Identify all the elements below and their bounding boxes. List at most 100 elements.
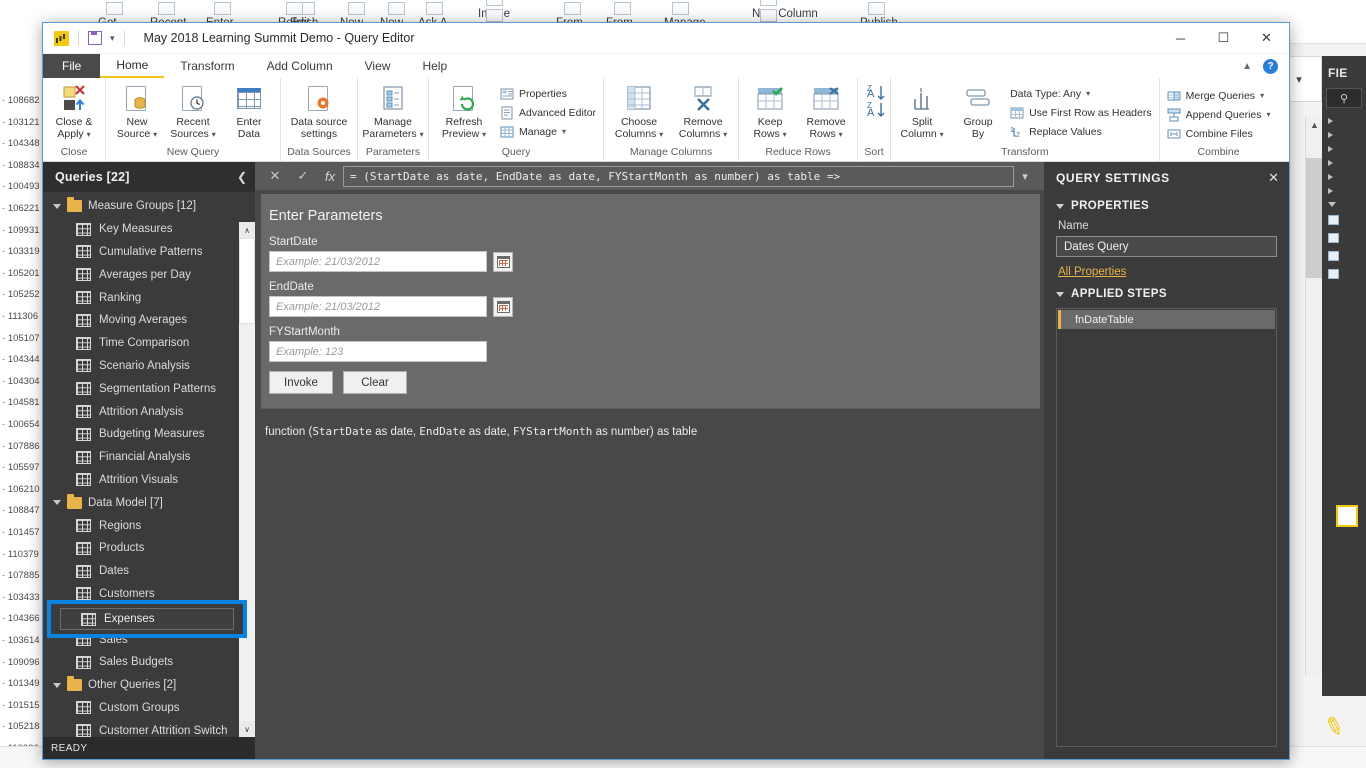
chevron-down-icon[interactable]: ▾: [1014, 170, 1036, 183]
data-source-settings-button[interactable]: Data source settings: [284, 82, 354, 140]
background-scroll-up-button[interactable]: ▲: [1306, 116, 1323, 133]
tree-item-budgeting-measures[interactable]: Budgeting Measures: [43, 423, 255, 446]
tree-item-sales[interactable]: Sales: [43, 628, 255, 651]
chevron-down-icon[interactable]: ▾: [839, 130, 843, 139]
chevron-down-icon[interactable]: ▾: [562, 127, 566, 136]
background-field-item[interactable]: [1322, 211, 1366, 229]
applied-step-item[interactable]: fnDateTable: [1058, 310, 1275, 329]
tree-item-time-comparison[interactable]: Time Comparison: [43, 332, 255, 355]
all-properties-link[interactable]: All Properties: [1044, 257, 1289, 282]
combine-files-button[interactable]: Combine Files: [1167, 125, 1271, 142]
tree-item-attrition-visuals[interactable]: Attrition Visuals: [43, 469, 255, 492]
background-field-item[interactable]: [1322, 247, 1366, 265]
sort-descending-button[interactable]: ZA: [861, 101, 887, 119]
tab-home[interactable]: Home: [100, 54, 165, 78]
background-field-item[interactable]: [1322, 229, 1366, 247]
keep-rows-button[interactable]: Keep Rows ▾: [742, 82, 798, 140]
tab-file[interactable]: File: [43, 54, 101, 78]
sort-ascending-button[interactable]: AZ: [861, 84, 887, 101]
queries-tree[interactable]: Measure Groups [12] Key Measures Cumulat…: [43, 192, 255, 737]
tree-item-dates[interactable]: Dates: [43, 560, 255, 583]
chevron-down-icon[interactable]: ▾: [420, 130, 424, 139]
background-field-row[interactable]: [1322, 142, 1366, 156]
recent-sources-button[interactable]: Recent Sources ▾: [165, 82, 221, 140]
properties-button[interactable]: Properties: [500, 85, 596, 102]
enter-data-button[interactable]: Enter Data: [221, 82, 277, 140]
data-type-button[interactable]: Data Type: Any ▾: [1010, 85, 1152, 102]
background-field-row[interactable]: [1322, 156, 1366, 170]
chevron-down-icon[interactable]: [53, 203, 61, 209]
tree-item-ranking[interactable]: Ranking: [43, 286, 255, 309]
append-queries-button[interactable]: Append Queries ▾: [1167, 106, 1271, 123]
tree-item-cumulative-patterns[interactable]: Cumulative Patterns: [43, 241, 255, 264]
chevron-left-icon[interactable]: ❮: [237, 170, 247, 184]
chevron-down-icon[interactable]: ▾: [1267, 110, 1271, 119]
background-field-row[interactable]: [1322, 184, 1366, 198]
tree-item-products[interactable]: Products: [43, 537, 255, 560]
chevron-down-icon[interactable]: [53, 682, 61, 688]
choose-columns-button[interactable]: Choose Columns ▾: [607, 82, 671, 140]
maximize-button[interactable]: ☐: [1202, 23, 1245, 54]
clear-button[interactable]: Clear: [343, 371, 407, 394]
tree-item-averages-per-day[interactable]: Averages per Day: [43, 263, 255, 286]
save-icon[interactable]: [88, 31, 102, 45]
tab-view[interactable]: View: [349, 54, 407, 78]
chevron-down-icon[interactable]: ▾: [940, 130, 944, 139]
background-field-row[interactable]: [1322, 114, 1366, 128]
invoke-button[interactable]: Invoke: [269, 371, 333, 394]
tree-folder-measure-groups[interactable]: Measure Groups [12]: [43, 195, 255, 218]
tree-item-customer-attrition-switch[interactable]: Customer Attrition Switch: [43, 719, 255, 737]
close-icon[interactable]: ✕: [1268, 170, 1279, 186]
tree-item-financial-analysis[interactable]: Financial Analysis: [43, 446, 255, 469]
tree-item-custom-groups[interactable]: Custom Groups: [43, 697, 255, 720]
applied-steps-list[interactable]: fnDateTable: [1056, 308, 1277, 747]
tab-help[interactable]: Help: [406, 54, 463, 78]
cancel-formula-button[interactable]: ✕: [261, 165, 289, 187]
help-icon[interactable]: ?: [1263, 58, 1278, 74]
tree-item-regions[interactable]: Regions: [43, 514, 255, 537]
chevron-down-icon[interactable]: ▾: [659, 130, 663, 139]
properties-section-header[interactable]: PROPERTIES: [1044, 194, 1289, 216]
query-name-input[interactable]: Dates Query: [1056, 236, 1277, 257]
tree-item-moving-averages[interactable]: Moving Averages: [43, 309, 255, 332]
tree-folder-other-queries[interactable]: Other Queries [2]: [43, 674, 255, 697]
replace-values-button[interactable]: 12 Replace Values: [1010, 123, 1152, 140]
tree-folder-data-model[interactable]: Data Model [7]: [43, 491, 255, 514]
split-column-button[interactable]: Split Column ▾: [894, 82, 950, 140]
chevron-down-icon[interactable]: ▾: [783, 130, 787, 139]
background-scrollbar[interactable]: ▲: [1305, 116, 1323, 676]
tree-item-customers[interactable]: Customers: [43, 583, 255, 606]
advanced-editor-button[interactable]: Advanced Editor: [500, 104, 596, 121]
background-field-item[interactable]: [1322, 265, 1366, 283]
accept-formula-button[interactable]: ✓: [289, 165, 317, 187]
refresh-preview-button[interactable]: Refresh Preview ▾: [432, 82, 496, 140]
sidebar-scrollbar[interactable]: ∧ ∨: [239, 222, 255, 737]
tree-item-segmentation-patterns[interactable]: Segmentation Patterns: [43, 377, 255, 400]
merge-queries-button[interactable]: Merge Queries ▾: [1167, 87, 1271, 104]
background-highlighted-cell[interactable]: [1336, 505, 1358, 527]
fystartmonth-input[interactable]: Example: 123: [269, 341, 487, 362]
chevron-up-icon[interactable]: ▲: [1242, 61, 1252, 72]
tab-transform[interactable]: Transform: [164, 54, 250, 78]
background-field-row-expanded[interactable]: [1322, 198, 1366, 211]
new-source-button[interactable]: New Source ▾: [109, 82, 165, 140]
enddate-calendar-button[interactable]: [493, 296, 513, 317]
manage-parameters-button[interactable]: Manage Parameters ▾: [361, 82, 425, 140]
chevron-down-icon[interactable]: ▾: [1260, 91, 1264, 100]
tree-item-key-measures[interactable]: Key Measures: [43, 218, 255, 241]
chevron-down-icon[interactable]: ▾: [87, 130, 91, 139]
use-first-row-as-headers-button[interactable]: Use First Row as Headers: [1010, 104, 1152, 121]
applied-steps-section-header[interactable]: APPLIED STEPS: [1044, 282, 1289, 304]
background-search-input[interactable]: ⚲: [1326, 88, 1362, 108]
chevron-down-icon[interactable]: ▾: [1086, 89, 1090, 98]
chevron-down-icon[interactable]: ▾: [153, 130, 157, 139]
scroll-up-button[interactable]: ∧: [239, 222, 255, 238]
chevron-down-icon[interactable]: [53, 500, 61, 506]
chevron-down-icon[interactable]: ▾: [723, 130, 727, 139]
remove-columns-button[interactable]: Remove Columns ▾: [671, 82, 735, 140]
remove-rows-button[interactable]: Remove Rows ▾: [798, 82, 854, 140]
tab-add-column[interactable]: Add Column: [251, 54, 349, 78]
background-field-row[interactable]: [1322, 128, 1366, 142]
enddate-input[interactable]: Example: 21/03/2012: [269, 296, 487, 317]
scroll-thumb[interactable]: [239, 238, 255, 324]
